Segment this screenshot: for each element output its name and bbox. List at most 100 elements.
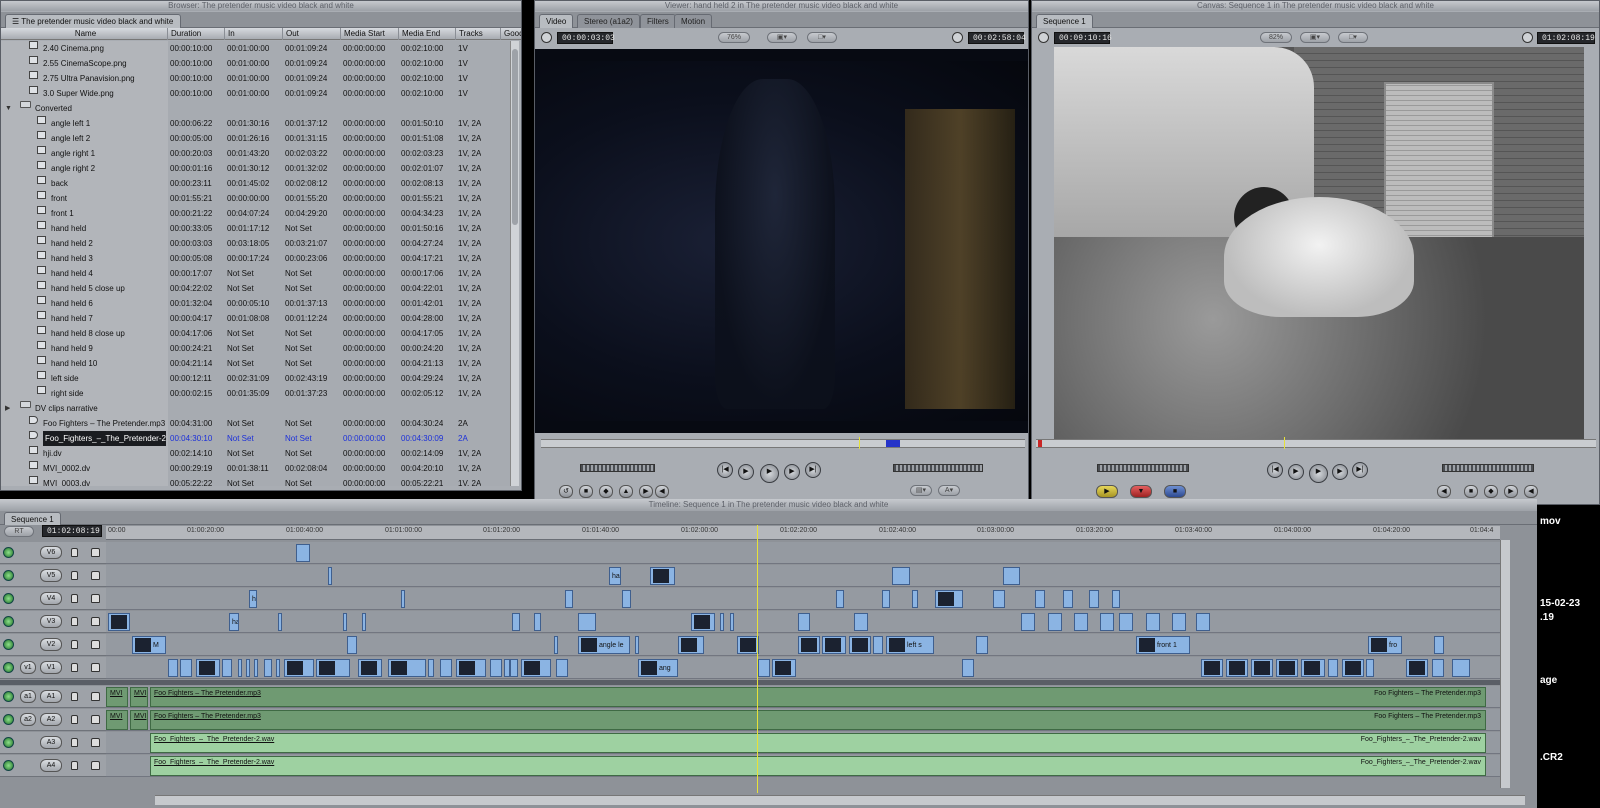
browser-row[interactable]: angle left 1 00:00:06:22 00:01:30:16 00:01:… xyxy=(1,116,512,131)
col-duration[interactable]: Duration xyxy=(168,28,225,40)
video-clip[interactable] xyxy=(1048,613,1062,631)
video-clip[interactable] xyxy=(510,659,518,677)
video-clip[interactable] xyxy=(1100,613,1114,631)
track-a3[interactable]: Foo_Fighters_–_The_Pretender-2.wav Foo_Fi… xyxy=(106,732,1500,754)
video-clip[interactable] xyxy=(1432,659,1444,677)
video-clip[interactable] xyxy=(1406,659,1428,677)
col-in[interactable]: In xyxy=(225,28,283,40)
viewer-jog[interactable] xyxy=(893,464,983,472)
track-v5[interactable]: ha xyxy=(106,565,1500,587)
video-clip[interactable] xyxy=(730,613,734,631)
timeline-tab-sequence[interactable]: Sequence 1 xyxy=(4,512,61,525)
viewer-next-edit-button[interactable]: ▶| xyxy=(805,462,821,478)
browser-row[interactable]: 2.40 Cinema.png 00:00:10:00 00:01:00:00 00:… xyxy=(1,41,512,56)
video-clip[interactable] xyxy=(1112,590,1120,608)
video-clip[interactable] xyxy=(554,636,558,654)
auto-select-icon[interactable] xyxy=(91,663,100,672)
viewer-mark-clip-button[interactable]: ■ xyxy=(579,485,593,498)
auto-select-icon[interactable] xyxy=(91,571,100,580)
video-clip[interactable] xyxy=(892,567,910,585)
video-clip[interactable] xyxy=(534,613,541,631)
track-destination-a1[interactable]: A1 xyxy=(40,690,62,703)
canvas-mark-clip-button[interactable]: ■ xyxy=(1464,485,1478,498)
browser-titlebar[interactable]: Browser: The pretender music video black… xyxy=(1,1,521,11)
track-destination-v1[interactable]: V1 xyxy=(40,661,62,674)
timeline-ruler[interactable]: 00:00 01:00:20:00 01:00:40:00 01:01:00:00 01… xyxy=(106,526,1500,540)
browser-row[interactable]: hand held 9 00:00:24:21 Not Set Not Set 00:0… xyxy=(1,341,512,356)
video-clip[interactable] xyxy=(935,590,963,608)
video-clip[interactable] xyxy=(635,636,639,654)
browser-row[interactable]: 2.55 CinemaScope.png 00:00:10:00 00:01:00:… xyxy=(1,56,512,71)
canvas-play-in-out-button[interactable]: ▶ xyxy=(1288,464,1304,480)
canvas-timecode-in[interactable]: 00:09:10:16 xyxy=(1054,32,1112,44)
timeline-timecode[interactable]: 01:02:08:19 xyxy=(42,525,102,537)
video-clip[interactable] xyxy=(798,613,810,631)
track-destination-v5[interactable]: V5 xyxy=(40,569,62,582)
col-media-start[interactable]: Media Start xyxy=(341,28,399,40)
track-a1[interactable]: MVI MVI Foo Fighters – The Pretender.mp3 Fo… xyxy=(106,686,1500,708)
viewer-recent-clips-popup[interactable]: ▤▾ xyxy=(910,485,932,496)
browser-row[interactable]: front 00:01:55:21 00:00:00:00 00:01:55:20 00… xyxy=(1,191,512,206)
auto-select-icon[interactable] xyxy=(91,594,100,603)
browser-row[interactable]: back 00:00:23:11 00:01:45:02 00:02:08:12 00:… xyxy=(1,176,512,191)
track-a4[interactable]: Foo_Fighters_–_The_Pretender-2.wav Foo_Fi… xyxy=(106,755,1500,777)
canvas-overlay-popup[interactable]: □▾ xyxy=(1338,32,1368,43)
viewer-play-button[interactable]: ▶ xyxy=(760,464,779,483)
browser-row[interactable]: right side 00:00:02:15 00:01:35:09 00:01:37… xyxy=(1,386,512,401)
desktop-file-label[interactable]: .CR2 xyxy=(1540,752,1563,763)
viewer-mark-out-button[interactable]: ◀ xyxy=(655,485,669,498)
video-clip[interactable] xyxy=(401,590,405,608)
browser-row[interactable]: Foo Fighters – The Pretender.mp3 00:04:31… xyxy=(1,416,512,431)
timeline-vscroll[interactable] xyxy=(1500,540,1510,788)
browser-row[interactable]: 2.75 Ultra Panavision.png 00:00:10:00 00:0… xyxy=(1,71,512,86)
audio-clip[interactable]: MVI xyxy=(106,710,128,730)
track-visibility-icon[interactable] xyxy=(3,570,14,581)
video-clip[interactable] xyxy=(1196,613,1210,631)
video-clip[interactable] xyxy=(1003,567,1020,585)
disclosure-open-icon[interactable]: ▼ xyxy=(5,101,12,116)
lock-icon[interactable] xyxy=(71,617,78,626)
auto-select-icon[interactable] xyxy=(91,548,100,557)
audio-clip[interactable]: Foo Fighters – The Pretender.mp3 Foo Figh… xyxy=(150,710,1486,730)
desktop-file-label[interactable]: mov xyxy=(1540,516,1561,527)
viewer-play-around-button[interactable]: ▶ xyxy=(784,464,800,480)
video-clip[interactable] xyxy=(650,567,675,585)
browser-scroll-thumb[interactable] xyxy=(512,49,518,225)
col-good[interactable]: Good xyxy=(501,28,521,40)
video-clip[interactable] xyxy=(347,636,357,654)
browser-row[interactable]: angle left 2 00:00:05:00 00:01:26:16 00:01:… xyxy=(1,131,512,146)
video-clip[interactable] xyxy=(912,590,918,608)
video-clip[interactable] xyxy=(1172,613,1186,631)
auto-select-icon[interactable] xyxy=(91,715,100,724)
track-v4[interactable]: h xyxy=(106,588,1500,610)
video-clip[interactable] xyxy=(1146,613,1160,631)
lock-icon[interactable] xyxy=(71,761,78,770)
video-clip[interactable] xyxy=(521,659,551,677)
video-clip[interactable] xyxy=(358,659,382,677)
video-clip[interactable]: ang xyxy=(638,659,678,677)
video-clip[interactable] xyxy=(428,659,434,677)
video-clip[interactable] xyxy=(578,613,596,631)
video-clip[interactable] xyxy=(882,590,890,608)
browser-row[interactable]: MVI_0002.dv 00:00:29:19 00:01:38:11 00:02:0… xyxy=(1,461,512,476)
browser-row[interactable]: hand held 00:00:33:05 00:01:17:12 Not Set 00… xyxy=(1,221,512,236)
video-clip[interactable] xyxy=(691,613,715,631)
viewer-view-popup[interactable]: ▣▾ xyxy=(767,32,797,43)
video-clip[interactable] xyxy=(1366,659,1374,677)
video-clip[interactable] xyxy=(180,659,192,677)
auto-select-icon[interactable] xyxy=(91,640,100,649)
video-clip[interactable] xyxy=(822,636,846,654)
rt-popup[interactable]: RT xyxy=(4,526,34,537)
viewer-add-keyframe-button[interactable]: ◆ xyxy=(599,485,613,498)
video-clip[interactable]: fro xyxy=(1368,636,1402,654)
timeline-playhead[interactable] xyxy=(757,525,758,793)
video-clip[interactable] xyxy=(678,636,704,654)
viewer-play-in-out-button[interactable]: ▶ xyxy=(738,464,754,480)
viewer-timecode-duration[interactable]: 00:02:58:04 xyxy=(968,32,1026,44)
browser-row[interactable]: MVI_0003.dv 00:05:22:22 Not Set Not Set 00:0… xyxy=(1,476,512,486)
video-clip[interactable]: angle le xyxy=(578,636,630,654)
video-clip[interactable] xyxy=(873,636,883,654)
lock-icon[interactable] xyxy=(71,738,78,747)
video-clip[interactable] xyxy=(993,590,1005,608)
video-clip[interactable] xyxy=(720,613,724,631)
